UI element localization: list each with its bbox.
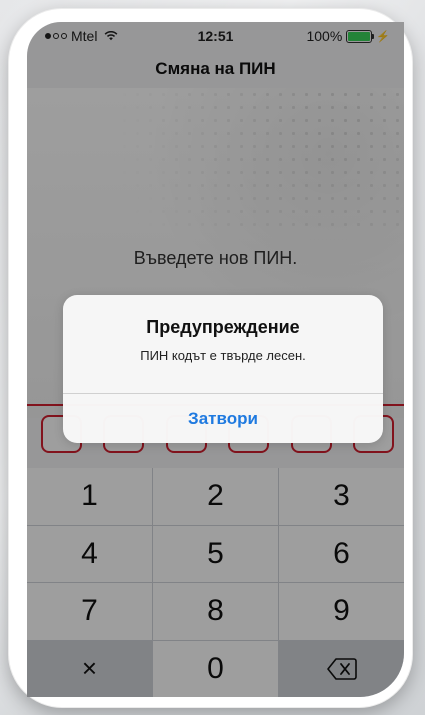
key-2[interactable]: 2 [153, 468, 278, 525]
battery-info: 100% ⚡ [306, 28, 390, 44]
decorative-dot-pattern [27, 88, 404, 228]
numeric-keypad: 1 2 3 4 5 6 7 8 9 × 0 [27, 468, 404, 697]
key-8[interactable]: 8 [153, 583, 278, 640]
warning-alert-dialog: Предупреждение ПИН кодът е твърде лесен.… [63, 295, 383, 443]
key-4[interactable]: 4 [27, 525, 152, 582]
alert-message: ПИН кодът е твърде лесен. [140, 348, 306, 363]
key-1[interactable]: 1 [27, 468, 152, 525]
backspace-icon [326, 657, 357, 680]
pin-prompt: Въведете нов ПИН. [133, 248, 298, 268]
key-6[interactable]: 6 [279, 525, 404, 582]
battery-percent: 100% [306, 28, 343, 44]
clear-icon: × [81, 653, 98, 684]
alert-title: Предупреждение [146, 317, 300, 337]
status-bar: Mtel 12:51 100% ⚡ [27, 22, 404, 50]
key-0[interactable]: 0 [153, 640, 278, 697]
delete-key[interactable] [279, 640, 404, 697]
charging-bolt-icon: ⚡ [376, 30, 390, 43]
nav-title: Смяна на ПИН [27, 50, 404, 89]
battery-cap [372, 33, 375, 39]
battery-icon [346, 29, 375, 43]
key-9[interactable]: 9 [279, 583, 404, 640]
phone-screen: Mtel 12:51 100% ⚡ Смяна на ПИН Въведете … [27, 22, 404, 697]
key-7[interactable]: 7 [27, 583, 152, 640]
key-3[interactable]: 3 [279, 468, 404, 525]
close-button[interactable]: Затвори [63, 394, 383, 443]
key-5[interactable]: 5 [153, 525, 278, 582]
clear-key[interactable]: × [27, 640, 152, 697]
battery-fill [348, 31, 371, 41]
